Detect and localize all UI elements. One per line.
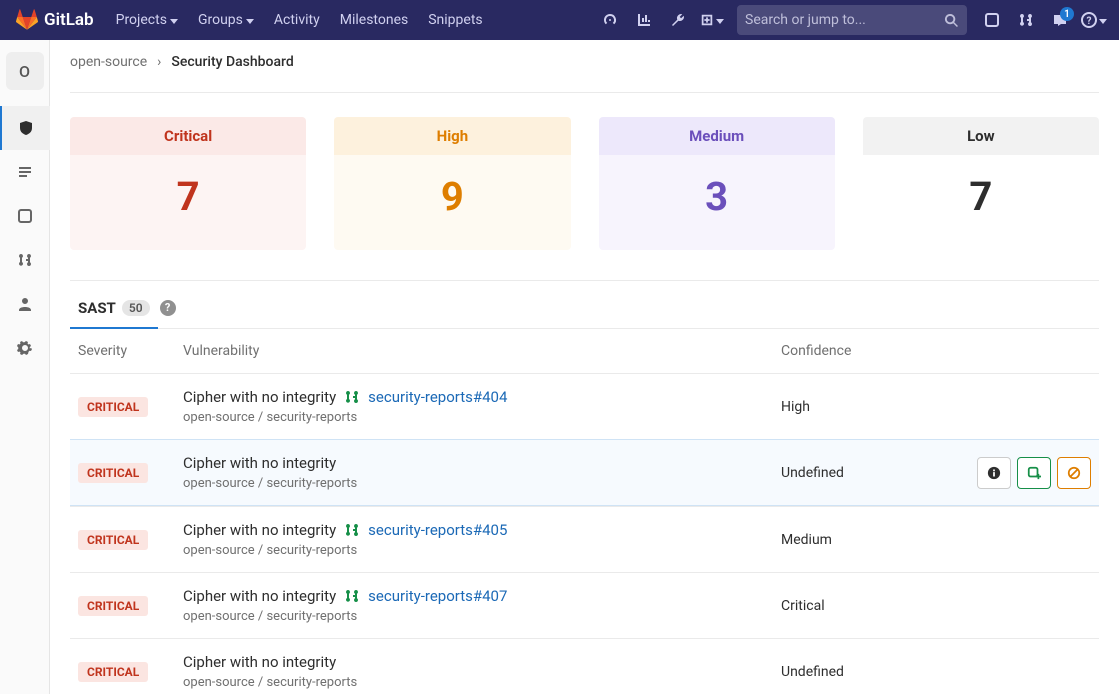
card-low[interactable]: Low 7 — [863, 117, 1099, 250]
col-severity: Severity — [78, 343, 183, 359]
vulnerability-title: Cipher with no integrity — [183, 521, 336, 539]
merge-request-icon — [344, 588, 360, 604]
vulnerability-title: Cipher with no integrity — [183, 653, 336, 671]
merge-request-icon — [344, 522, 360, 538]
breadcrumb-separator: › — [157, 54, 161, 70]
nav-milestones[interactable]: Milestones — [330, 0, 419, 40]
breadcrumb-group[interactable]: open-source — [70, 54, 147, 70]
nav-groups[interactable]: Groups — [188, 0, 264, 40]
nav-snippets[interactable]: Snippets — [418, 0, 492, 40]
confidence-value: Critical — [781, 598, 951, 614]
vulnerability-link[interactable]: security-reports#407 — [368, 587, 507, 605]
table-row[interactable]: CRITICAL Cipher with no integrity security… — [70, 506, 1099, 572]
sidebar-item-epics[interactable] — [0, 150, 50, 194]
vulnerability-table: Severity Vulnerability Confidence CRITIC… — [70, 329, 1099, 694]
merge-request-icon — [344, 389, 360, 405]
brand-text: GitLab — [44, 10, 94, 30]
card-medium[interactable]: Medium 3 — [599, 117, 835, 250]
card-count: 3 — [599, 155, 835, 250]
main-content: open-source › Security Dashboard Critica… — [50, 40, 1119, 694]
create-issue-button[interactable] — [1017, 457, 1051, 489]
help-icon[interactable]: ? — [160, 300, 176, 316]
brand-logo[interactable]: GitLab — [16, 9, 94, 31]
plus-icon[interactable] — [695, 0, 729, 40]
sidebar-item-settings[interactable] — [0, 326, 50, 370]
vulnerability-link[interactable]: security-reports#405 — [368, 521, 507, 539]
issues-icon[interactable] — [975, 0, 1009, 40]
row-actions — [951, 457, 1091, 489]
wrench-icon[interactable] — [661, 0, 695, 40]
merge-requests-icon[interactable] — [1009, 0, 1043, 40]
sidebar-item-members[interactable] — [0, 282, 50, 326]
breadcrumb: open-source › Security Dashboard — [70, 54, 1099, 93]
tab-count-badge: 50 — [122, 300, 150, 316]
breadcrumb-current: Security Dashboard — [171, 54, 293, 70]
card-label: Critical — [70, 117, 306, 155]
severity-badge: CRITICAL — [78, 596, 148, 616]
card-label: Medium — [599, 117, 835, 155]
tab-label: SAST — [78, 299, 116, 317]
sidebar-item-merge-requests[interactable] — [0, 238, 50, 282]
vulnerability-title: Cipher with no integrity — [183, 587, 336, 605]
chevron-down-icon — [716, 19, 724, 24]
severity-badge: CRITICAL — [78, 530, 148, 550]
confidence-value: Undefined — [781, 465, 951, 481]
card-critical[interactable]: Critical 7 — [70, 117, 306, 250]
chevron-down-icon — [246, 19, 254, 24]
nav-projects[interactable]: Projects — [106, 0, 188, 40]
chevron-down-icon — [1099, 19, 1107, 24]
dashboard-icon[interactable] — [593, 0, 627, 40]
vulnerability-path: open-source / security-reports — [183, 410, 781, 425]
table-header: Severity Vulnerability Confidence — [70, 329, 1099, 373]
sidebar: O — [0, 40, 50, 694]
severity-badge: CRITICAL — [78, 397, 148, 417]
table-row[interactable]: CRITICAL Cipher with no integrity security… — [70, 572, 1099, 638]
dismiss-button[interactable] — [1057, 457, 1091, 489]
table-row[interactable]: CRITICAL Cipher with no integrity open-sou… — [70, 439, 1099, 506]
card-label: Low — [863, 117, 1099, 155]
card-count: 7 — [70, 155, 306, 250]
vulnerability-path: open-source / security-reports — [183, 543, 781, 558]
info-button[interactable] — [977, 457, 1011, 489]
severity-badge: CRITICAL — [78, 463, 148, 483]
todos-icon[interactable]: 1 — [1043, 0, 1077, 40]
card-high[interactable]: High 9 — [334, 117, 570, 250]
tab-sast[interactable]: SAST 50 — [78, 299, 150, 329]
severity-badge: CRITICAL — [78, 662, 148, 682]
card-count: 9 — [334, 155, 570, 250]
sidebar-item-issues[interactable] — [0, 194, 50, 238]
nav-activity[interactable]: Activity — [264, 0, 330, 40]
confidence-value: Medium — [781, 532, 951, 548]
vulnerability-path: open-source / security-reports — [183, 675, 781, 690]
card-label: High — [334, 117, 570, 155]
vulnerability-title: Cipher with no integrity — [183, 454, 336, 472]
confidence-value: Undefined — [781, 664, 951, 680]
group-avatar[interactable]: O — [6, 52, 44, 90]
col-confidence: Confidence — [781, 343, 951, 359]
severity-cards: Critical 7 High 9 Medium 3 Low 7 — [70, 117, 1099, 250]
topbar: GitLab Projects Groups Activity Mileston… — [0, 0, 1119, 40]
chart-icon[interactable] — [627, 0, 661, 40]
topnav: Projects Groups Activity Milestones Snip… — [106, 0, 493, 40]
vulnerability-path: open-source / security-reports — [183, 476, 781, 491]
gitlab-icon — [16, 9, 38, 31]
card-count: 7 — [863, 155, 1099, 250]
svg-text:?: ? — [1087, 16, 1092, 27]
search-input[interactable] — [745, 12, 944, 28]
sidebar-item-security[interactable] — [0, 106, 50, 150]
table-row[interactable]: CRITICAL Cipher with no integrity open-sou… — [70, 638, 1099, 694]
chevron-down-icon — [170, 19, 178, 24]
table-row[interactable]: CRITICAL Cipher with no integrity security… — [70, 373, 1099, 439]
confidence-value: High — [781, 399, 951, 415]
todos-badge: 1 — [1060, 7, 1074, 21]
tabs: SAST 50 ? — [70, 281, 1099, 329]
vulnerability-title: Cipher with no integrity — [183, 388, 336, 406]
vulnerability-link[interactable]: security-reports#404 — [368, 388, 507, 406]
col-vulnerability: Vulnerability — [183, 343, 781, 359]
search-box[interactable] — [737, 5, 967, 35]
vulnerability-path: open-source / security-reports — [183, 609, 781, 624]
help-icon[interactable]: ? — [1077, 0, 1111, 40]
search-icon — [944, 13, 959, 28]
